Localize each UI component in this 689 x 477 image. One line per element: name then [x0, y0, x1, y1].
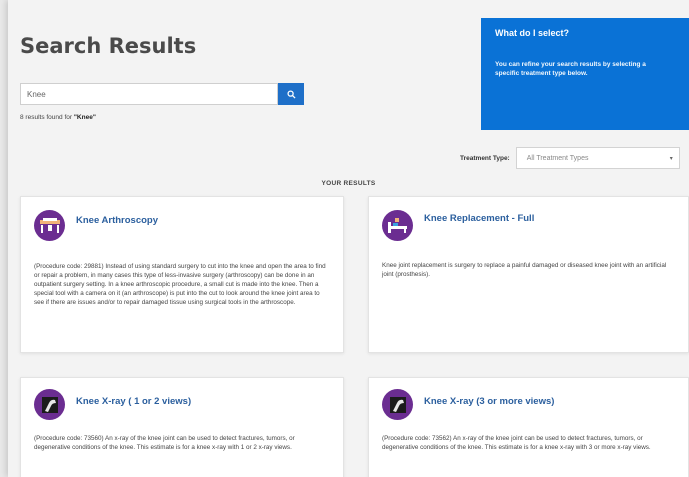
card-description: (Procedure code: 29881) Instead of using…: [34, 263, 326, 306]
search-input[interactable]: [20, 83, 278, 105]
results-query: "Knee": [73, 114, 96, 121]
filter-label: Treatment Type:: [460, 154, 510, 162]
xray-knee-icon: [382, 389, 413, 420]
result-card[interactable]: Knee Arthroscopy (Procedure code: 29881)…: [20, 196, 344, 353]
treatment-type-select[interactable]: All Treatment Types ▾: [515, 147, 680, 169]
search-button[interactable]: [278, 83, 304, 105]
result-card[interactable]: Knee X-ray ( 1 or 2 views) (Procedure co…: [20, 377, 344, 477]
search-icon: [286, 89, 296, 99]
treatment-type-filter: Treatment Type: All Treatment Types ▾: [460, 147, 680, 169]
card-title[interactable]: Knee Arthroscopy: [76, 215, 158, 226]
results-count: 8 results found for "Knee": [20, 114, 96, 121]
card-description: (Procedure code: 73560) An x-ray of the …: [34, 435, 295, 451]
page-title: Search Results: [20, 34, 197, 58]
search-results-page: Search Results 8 results found for "Knee…: [8, 0, 689, 477]
help-box: What do I select? You can refine your se…: [481, 18, 689, 130]
xray-knee-icon: [34, 389, 65, 420]
hospital-bed-icon: [382, 210, 413, 241]
surgery-table-icon: [34, 210, 65, 241]
help-text: You can refine your search results by se…: [495, 61, 646, 77]
result-card[interactable]: Knee Replacement - Full Knee joint repla…: [368, 196, 689, 353]
results-heading: YOUR RESULTS: [321, 180, 376, 187]
result-card[interactable]: Knee X-ray (3 or more views) (Procedure …: [368, 377, 689, 477]
search-bar: [20, 83, 304, 105]
help-title: What do I select?: [495, 28, 570, 38]
filter-selected-value: All Treatment Types: [526, 154, 589, 162]
card-description: (Procedure code: 73562) An x-ray of the …: [382, 435, 651, 451]
card-title[interactable]: Knee X-ray (3 or more views): [424, 396, 554, 407]
card-title[interactable]: Knee X-ray ( 1 or 2 views): [76, 396, 191, 407]
card-description: Knee joint replacement is surgery to rep…: [382, 262, 667, 278]
card-title[interactable]: Knee Replacement - Full: [424, 213, 534, 224]
chevron-down-icon: ▾: [669, 155, 673, 162]
